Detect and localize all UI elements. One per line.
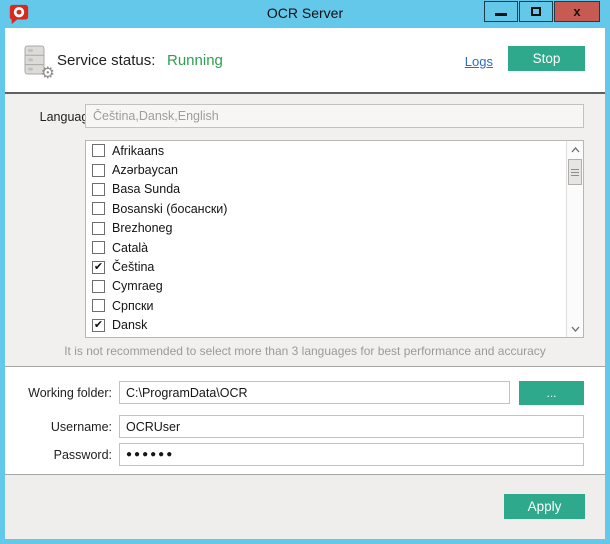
language-label: Bosanski (босански) xyxy=(112,202,227,216)
language-checkbox[interactable]: ✔ xyxy=(92,319,105,332)
language-checkbox[interactable] xyxy=(92,164,105,177)
language-row[interactable]: Brezhoneg xyxy=(86,219,583,238)
footer-section: Apply xyxy=(5,475,605,539)
language-checkbox[interactable] xyxy=(92,222,105,235)
username-label: Username: xyxy=(5,420,112,434)
apply-button[interactable]: Apply xyxy=(504,494,585,519)
working-folder-label: Working folder: xyxy=(5,386,112,400)
grip-icon xyxy=(571,169,579,176)
password-input[interactable] xyxy=(119,443,584,466)
language-checkbox[interactable]: ✔ xyxy=(92,261,105,274)
language-label: Brezhoneg xyxy=(112,221,172,235)
language-label: Català xyxy=(112,241,148,255)
username-input[interactable] xyxy=(119,415,584,438)
language-row[interactable]: Deutsch xyxy=(86,335,583,338)
languages-input[interactable] xyxy=(85,104,584,128)
language-row[interactable]: Afrikaans xyxy=(86,141,583,160)
titlebar[interactable]: OCR Server x xyxy=(0,0,610,28)
language-row[interactable]: Bosanski (босански) xyxy=(86,199,583,218)
status-section: ⚙ Service status: Running Logs Stop xyxy=(5,28,605,92)
logs-link[interactable]: Logs xyxy=(465,54,493,69)
maximize-icon xyxy=(531,7,541,16)
chevron-up-icon xyxy=(571,147,580,153)
language-row[interactable]: Azərbaycan xyxy=(86,160,583,179)
language-list[interactable]: Afrikaans Azərbaycan Basa Sunda Bosanski… xyxy=(85,140,584,338)
minimize-icon xyxy=(495,13,507,16)
service-status-value: Running xyxy=(167,52,223,69)
browse-button[interactable]: ... xyxy=(519,381,584,405)
language-label: Azərbaycan xyxy=(112,163,178,177)
list-scrollbar[interactable] xyxy=(566,141,583,337)
language-label: Afrikaans xyxy=(112,144,164,158)
minimize-button[interactable] xyxy=(484,1,518,22)
language-checkbox[interactable] xyxy=(92,280,105,293)
language-label: Cymraeg xyxy=(112,279,163,293)
language-checkbox[interactable] xyxy=(92,299,105,312)
language-label: Dansk xyxy=(112,318,147,332)
language-row[interactable]: Cymraeg xyxy=(86,277,583,296)
language-checkbox[interactable] xyxy=(92,183,105,196)
language-rows: Afrikaans Azərbaycan Basa Sunda Bosanski… xyxy=(86,141,583,338)
app-window: OCR Server x ⚙ Service status: Running L… xyxy=(0,0,610,544)
working-folder-input[interactable] xyxy=(119,381,510,404)
scroll-down-button[interactable] xyxy=(567,320,584,337)
language-checkbox[interactable] xyxy=(92,241,105,254)
window-content: ⚙ Service status: Running Logs Stop Lang… xyxy=(5,28,605,539)
language-row[interactable]: ✔ Čeština xyxy=(86,257,583,276)
language-label: Basa Sunda xyxy=(112,182,180,196)
server-service-icon: ⚙ xyxy=(18,44,52,78)
chevron-down-icon xyxy=(571,326,580,332)
language-row[interactable]: Català xyxy=(86,238,583,257)
language-row[interactable]: Basa Sunda xyxy=(86,180,583,199)
scroll-thumb[interactable] xyxy=(568,159,582,185)
language-checkbox[interactable] xyxy=(92,202,105,215)
close-button[interactable]: x xyxy=(554,1,600,22)
stop-button[interactable]: Stop xyxy=(508,46,585,71)
language-row[interactable]: Српски xyxy=(86,296,583,315)
language-checkbox[interactable] xyxy=(92,144,105,157)
close-icon: x xyxy=(573,5,580,18)
service-status-label: Service status: xyxy=(57,52,155,69)
language-label: Čeština xyxy=(112,260,154,274)
maximize-button[interactable] xyxy=(519,1,553,22)
gear-icon: ⚙ xyxy=(41,66,55,82)
password-label: Password: xyxy=(5,448,112,462)
languages-note: It is not recommended to select more tha… xyxy=(5,344,605,358)
scroll-up-button[interactable] xyxy=(567,141,584,158)
language-row[interactable]: ✔ Dansk xyxy=(86,316,583,335)
languages-section: Languages: Afrikaans Azərbaycan Basa Sun… xyxy=(5,94,605,366)
settings-section: Working folder: ... Username: Password: xyxy=(5,367,605,474)
language-label: Српски xyxy=(112,299,153,313)
